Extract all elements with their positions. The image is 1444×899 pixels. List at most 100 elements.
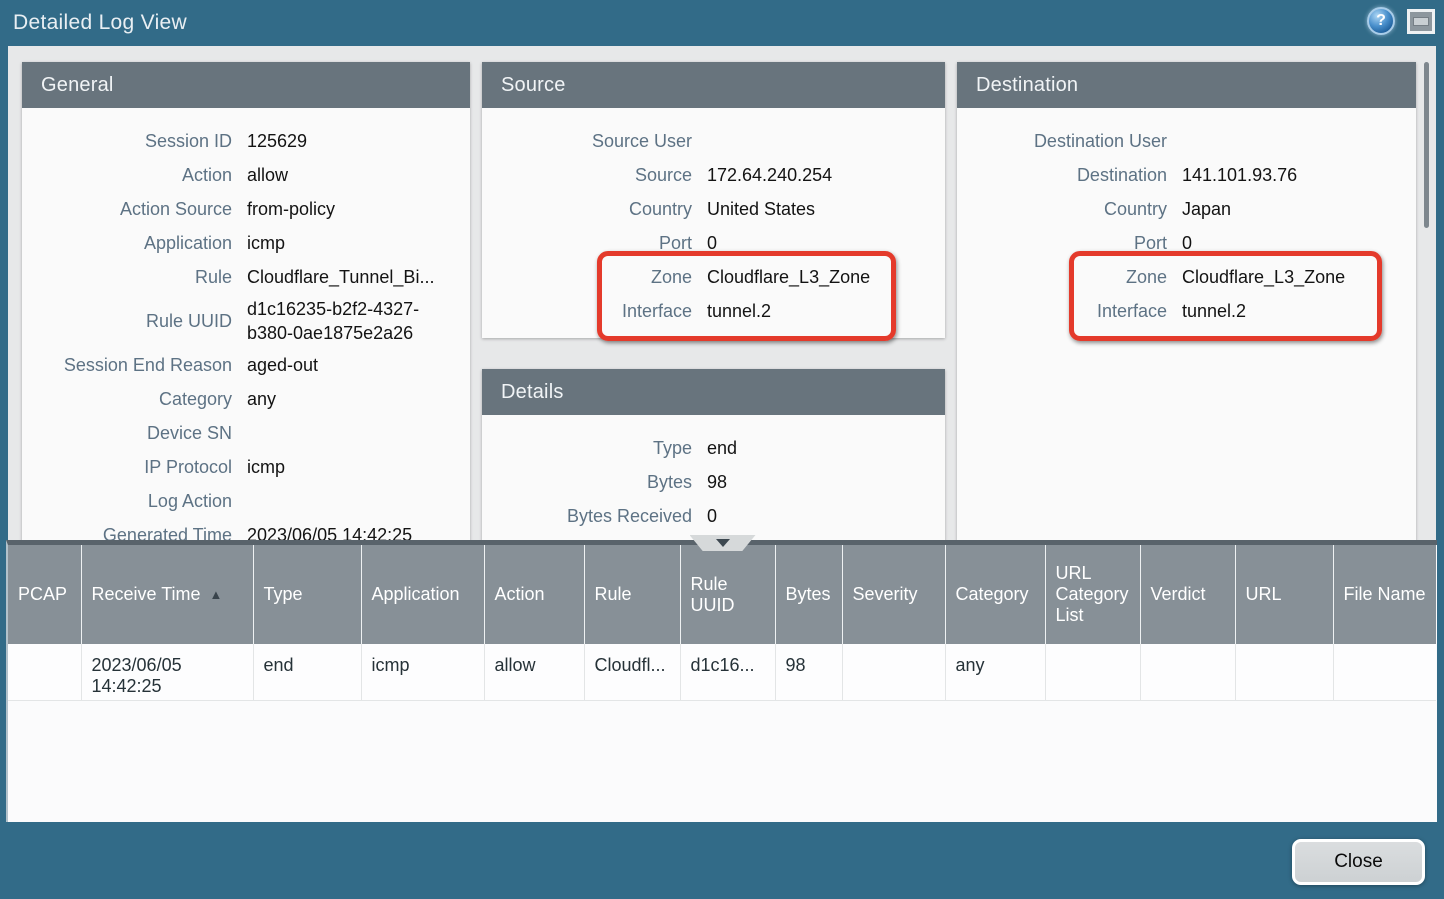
column-header-file-name[interactable]: File Name — [1333, 545, 1436, 644]
column-header-rule[interactable]: Rule — [584, 545, 680, 644]
field-value: end — [707, 431, 945, 465]
close-button[interactable]: Close — [1292, 839, 1425, 885]
field-value: 0 — [707, 226, 945, 260]
cell-rule-uuid: d1c16... — [680, 644, 775, 700]
field-value — [247, 484, 470, 518]
field-value: tunnel.2 — [1182, 294, 1416, 328]
cell-file-name — [1333, 644, 1436, 700]
field-label: Source User — [482, 124, 692, 158]
field-row-zone: Zone Cloudflare_L3_Zone — [482, 260, 945, 294]
field-value: d1c16235-b2f2-4327-b380-0ae1875e2a26 — [247, 297, 470, 345]
field-row-zone: Zone Cloudflare_L3_Zone — [957, 260, 1416, 294]
cell-type: end — [253, 644, 361, 700]
field-value: tunnel.2 — [707, 294, 945, 328]
details-panel-header: Details — [482, 369, 945, 415]
column-header-label: Receive Time — [92, 584, 201, 604]
general-panel-body: Session ID 125629 Action allow Action So… — [22, 108, 470, 540]
source-panel-body: Source User Source 172.64.240.254 Countr… — [482, 108, 945, 338]
field-label: Generated Time — [22, 518, 232, 540]
field-label: Country — [482, 192, 692, 226]
field-value: any — [247, 382, 470, 416]
field-label: Category — [22, 382, 232, 416]
field-row-generated-time: Generated Time 2023/06/05 14:42:25 — [22, 518, 470, 540]
field-label: Session End Reason — [22, 348, 232, 382]
table-row[interactable]: 2023/06/05 14:42:25 end icmp allow Cloud… — [8, 644, 1436, 700]
field-value: United States — [707, 192, 945, 226]
column-header-action[interactable]: Action — [484, 545, 584, 644]
field-row-application: Application icmp — [22, 226, 470, 260]
field-label: Application — [22, 226, 232, 260]
field-label: Port — [482, 226, 692, 260]
column-header-application[interactable]: Application — [361, 545, 484, 644]
cell-receive-time: 2023/06/05 14:42:25 — [81, 644, 253, 700]
destination-panel-body: Destination User Destination 141.101.93.… — [957, 108, 1416, 540]
destination-panel: Destination Destination User Destination… — [957, 62, 1416, 540]
log-table: PCAP Receive Time▲ Type Application Acti… — [8, 545, 1436, 701]
field-value: from-policy — [247, 192, 470, 226]
column-header-receive-time[interactable]: Receive Time▲ — [81, 545, 253, 644]
page-title: Detailed Log View — [0, 11, 187, 35]
column-header-url-category-list[interactable]: URL Category List — [1045, 545, 1140, 644]
cell-url — [1235, 644, 1333, 700]
field-label: Destination — [957, 158, 1167, 192]
field-row-port: Port 0 — [482, 226, 945, 260]
column-header-url[interactable]: URL — [1235, 545, 1333, 644]
field-label: Destination User — [957, 124, 1167, 158]
field-value — [247, 416, 470, 450]
field-label: IP Protocol — [22, 450, 232, 484]
cell-url-category-list — [1045, 644, 1140, 700]
help-icon[interactable]: ? — [1367, 7, 1395, 35]
field-value: 98 — [707, 465, 945, 499]
field-row-destination: Destination 141.101.93.76 — [957, 158, 1416, 192]
destination-panel-header: Destination — [957, 62, 1416, 108]
field-row-interface: Interface tunnel.2 — [482, 294, 945, 328]
field-row-bytes-received: Bytes Received 0 — [482, 499, 945, 533]
column-header-pcap[interactable]: PCAP — [8, 545, 81, 644]
field-row-country: Country Japan — [957, 192, 1416, 226]
source-panel-header: Source — [482, 62, 945, 108]
field-row-country: Country United States — [482, 192, 945, 226]
column-header-verdict[interactable]: Verdict — [1140, 545, 1235, 644]
field-value: 141.101.93.76 — [1182, 158, 1416, 192]
scrollbar-thumb[interactable] — [1424, 62, 1429, 228]
field-row-device-sn: Device SN — [22, 416, 470, 450]
field-label: Interface — [957, 294, 1167, 328]
field-label: Zone — [482, 260, 692, 294]
field-label: Rule — [22, 260, 232, 294]
details-panel: Details Type end Bytes 98 Bytes Received… — [482, 369, 945, 540]
field-row-rule-uuid: Rule UUID d1c16235-b2f2-4327-b380-0ae187… — [22, 294, 470, 348]
titlebar-icons: ? — [1367, 7, 1435, 35]
general-panel-header: General — [22, 62, 470, 108]
cell-action: allow — [484, 644, 584, 700]
cell-pcap — [8, 644, 81, 700]
column-header-rule-uuid[interactable]: Rule UUID — [680, 545, 775, 644]
field-label: Country — [957, 192, 1167, 226]
field-value: Cloudflare_L3_Zone — [707, 260, 945, 294]
column-header-severity[interactable]: Severity — [842, 545, 945, 644]
field-row-log-action: Log Action — [22, 484, 470, 518]
field-row-port: Port 0 — [957, 226, 1416, 260]
source-panel: Source Source User Source 172.64.240.254… — [482, 62, 945, 338]
cell-application: icmp — [361, 644, 484, 700]
field-value: Cloudflare_Tunnel_Bi... — [247, 260, 470, 294]
general-panel: General Session ID 125629 Action allow A… — [22, 62, 470, 540]
cell-category: any — [945, 644, 1045, 700]
cell-verdict — [1140, 644, 1235, 700]
field-value: 125629 — [247, 124, 470, 158]
window-icon[interactable] — [1407, 9, 1435, 34]
field-row-action: Action allow — [22, 158, 470, 192]
field-label: Action — [22, 158, 232, 192]
field-label: Port — [957, 226, 1167, 260]
field-label: Log Action — [22, 484, 232, 518]
field-label: Bytes Received — [482, 499, 692, 533]
field-label: Type — [482, 431, 692, 465]
column-header-category[interactable]: Category — [945, 545, 1045, 644]
field-value: Japan — [1182, 192, 1416, 226]
column-header-bytes[interactable]: Bytes — [775, 545, 842, 644]
column-header-type[interactable]: Type — [253, 545, 361, 644]
field-label: Rule UUID — [22, 309, 232, 333]
title-bar: Detailed Log View ? — [0, 0, 1444, 46]
field-row-bytes: Bytes 98 — [482, 465, 945, 499]
vertical-scrollbar[interactable] — [1420, 46, 1432, 540]
field-row-session-id: Session ID 125629 — [22, 124, 470, 158]
